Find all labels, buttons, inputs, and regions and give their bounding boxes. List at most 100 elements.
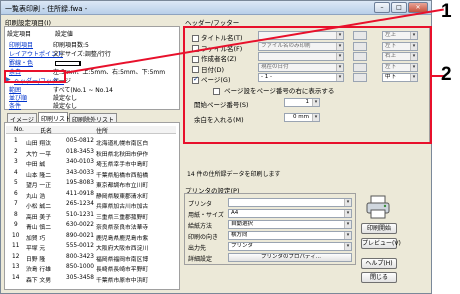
tree-key: 罫線・色 xyxy=(9,60,34,67)
list-item[interactable]: 14 森下 文男 305-3458 千葉県市原市中浜町 xyxy=(6,275,176,284)
printer-setting-value: 自動選択 xyxy=(231,221,254,227)
tree-key: レイアウトポイント xyxy=(9,51,64,58)
tree-item-condition[interactable]: 条件 設定なし xyxy=(9,101,78,110)
tab-print-list[interactable]: 印刷リスト xyxy=(38,112,71,123)
printer-properties-button[interactable]: プリンタのプロパティ... xyxy=(228,253,352,262)
row-no: 13 xyxy=(12,264,20,270)
tab-image[interactable]: イメージ xyxy=(7,113,37,124)
row-address: 長崎県長崎市平野町 xyxy=(96,267,149,273)
row-address: 埼玉県幸手市中島町 xyxy=(96,162,149,168)
tree-key: 印刷項目 xyxy=(9,42,34,49)
title-bar[interactable]: 一覧表印刷 - 住所録.fwa - – □ ✕ xyxy=(1,1,431,15)
preview-button[interactable]: プレビュー(V) xyxy=(361,238,401,249)
row-address: 奈良県奈良市法華寺 xyxy=(96,225,149,231)
list-item[interactable]: 13 渋島 行雄 850-1000 長崎県長崎市平野町 xyxy=(6,264,176,273)
callout-box-tree xyxy=(4,70,66,83)
print-start-button[interactable]: 印刷開始 xyxy=(361,223,397,234)
row-no: 1 xyxy=(14,138,18,144)
printer-setting-value: プリンタ xyxy=(231,243,254,249)
printer-setting-combo[interactable]: 自動選択 xyxy=(228,220,352,229)
row-name: 丸山 浩 xyxy=(26,193,46,200)
list-item[interactable]: 12 日野 隆 800-3423 福岡県福岡市南区博 xyxy=(6,254,176,263)
list-item[interactable]: 11 平塚 元 555-0012 大阪府大阪市西淀川 xyxy=(6,243,176,252)
list-item[interactable]: 3 中田 誠 340-0103 埼玉県幸手市中島町 xyxy=(6,159,176,168)
row-no: 4 xyxy=(14,169,18,176)
row-zip: 265-1234 xyxy=(66,201,94,207)
col-name: 氏名 xyxy=(40,128,53,135)
row-zip: 850-1000 xyxy=(66,264,94,270)
tree-item-order[interactable]: 並び順 設定なし xyxy=(9,93,77,102)
printer-setting-combo[interactable]: A4 xyxy=(228,209,352,218)
list-item[interactable]: 9 青山 慎二 630-0022 奈良県奈良市法華寺 xyxy=(6,222,176,231)
list-item[interactable]: 1 山田 翔汰 005-0812 北海道札幌市南区白 xyxy=(6,138,176,147)
list-item[interactable]: 2 大竹 一平 018-3453 秋田県北秋田市伊作 xyxy=(6,149,176,158)
minimize-button[interactable]: – xyxy=(374,2,390,13)
col-value-label: 設定値 xyxy=(54,31,73,38)
row-address: 兵庫県加古川市加古 xyxy=(96,204,149,210)
row-zip: 018-3453 xyxy=(66,148,94,155)
row-zip: 005-0812 xyxy=(66,138,94,144)
tree-header: 設定項目 設定値 xyxy=(7,29,73,38)
chevron-down-icon xyxy=(344,232,351,239)
list-item[interactable]: 6 丸山 浩 411-0918 静岡県駿東郡清水町 xyxy=(6,191,176,200)
window-title: 一覧表印刷 - 住所録.fwa - xyxy=(5,5,88,13)
printer-setting-combo[interactable]: 横方向 xyxy=(228,231,352,240)
row-name: 望月 一正 xyxy=(26,183,52,189)
row-no: 7 xyxy=(14,201,18,207)
list-item[interactable]: 10 加賀 巧 890-0021 鹿児島県鹿児島市紫 xyxy=(6,233,176,242)
row-address: 福岡県福岡市南区博 xyxy=(96,256,149,263)
row-zip: 343-0033 xyxy=(66,169,94,176)
row-address: 東京都調布市立川町 xyxy=(96,183,149,189)
close-button[interactable]: 閉じる xyxy=(361,272,397,283)
printer-setting-combo[interactable] xyxy=(228,198,352,207)
tree-key: 条件 xyxy=(9,103,22,110)
printer-setting-label: プリンタ xyxy=(188,201,213,208)
row-no: 9 xyxy=(14,222,18,228)
row-name: 中田 誠 xyxy=(26,162,46,168)
status-text: 14 件の住所録データを印刷します xyxy=(187,171,281,178)
tree-item-lines[interactable]: 罫線・色 xyxy=(9,58,81,67)
list-item[interactable]: 4 山本 隆二 343-0033 千葉県船橋市西船橋 xyxy=(6,170,176,179)
tree-item-range[interactable]: 範囲 すべて(No.1 ~ No.14 xyxy=(9,85,113,94)
row-no: 10 xyxy=(12,232,20,239)
printer-setting-label: 印刷の向き xyxy=(188,234,219,241)
list-header: No. 氏名 住所 xyxy=(6,126,176,135)
row-zip: 510-1231 xyxy=(66,211,94,218)
printer-icon xyxy=(366,195,390,219)
tab-nonprint-list[interactable]: 印刷除外リスト xyxy=(69,113,117,124)
tree-value: 設定なし xyxy=(53,103,78,110)
tree-item-print-items[interactable]: 印刷項目 印刷項目数:5 xyxy=(9,40,89,49)
list-item[interactable]: 8 高田 美子 510-1231 三重県三重郡菰野町 xyxy=(6,212,176,221)
row-address: 静岡県駿東郡清水町 xyxy=(96,193,149,200)
chevron-down-icon xyxy=(344,210,351,217)
row-name: 山田 翔汰 xyxy=(26,141,52,147)
row-name: 小松 誠二 xyxy=(26,204,52,210)
row-zip: 630-0022 xyxy=(66,222,94,228)
callout-box-header-footer xyxy=(183,26,432,144)
row-name: 高田 美子 xyxy=(26,214,52,221)
row-address: 千葉県船橋市西船橋 xyxy=(96,172,149,179)
row-no: 3 xyxy=(14,159,18,165)
row-name: 日野 隆 xyxy=(26,256,46,263)
printer-setting-label: 詳細設定 xyxy=(188,256,213,263)
chevron-down-icon xyxy=(344,243,351,250)
row-zip: 555-0012 xyxy=(66,243,94,249)
col-no: No. xyxy=(14,126,24,133)
printer-setting-label: 給紙方法 xyxy=(188,223,213,230)
printer-setting-value: A4 xyxy=(231,210,239,216)
list-item[interactable]: 7 小松 誠二 265-1234 兵庫県加古川市加古 xyxy=(6,201,176,210)
row-zip: 340-0103 xyxy=(66,159,94,165)
list-item[interactable]: 5 望月 一正 195-8083 東京都調布市立川町 xyxy=(6,180,176,189)
help-button[interactable]: ヘルプ(H) xyxy=(361,258,397,269)
tree-value: 印刷項目数:5 xyxy=(53,42,89,49)
row-name: 山本 隆二 xyxy=(26,172,52,179)
printer-setting-label: 出力先 xyxy=(188,245,207,252)
row-no: 14 xyxy=(12,274,20,281)
col-item-label: 設定項目 xyxy=(7,31,32,38)
row-address: 鹿児島県鹿児島市紫 xyxy=(96,235,149,242)
row-name: 青山 慎二 xyxy=(26,225,52,231)
printer-setting-combo[interactable]: プリンタ xyxy=(228,242,352,251)
maximize-button[interactable]: □ xyxy=(391,2,407,13)
tree-item-layout[interactable]: レイアウトポイント文字サイズ:調整/行行 xyxy=(9,49,111,58)
row-no: 6 xyxy=(14,190,18,197)
